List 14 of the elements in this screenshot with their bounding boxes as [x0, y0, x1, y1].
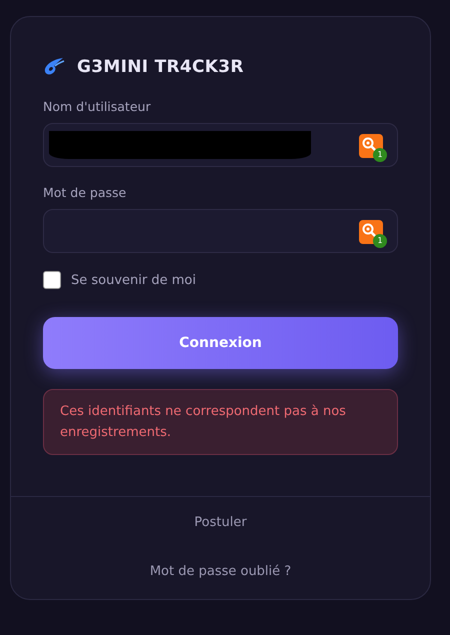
field-label: Nom d'utilisateur [43, 99, 152, 114]
checkbox-label: Se souvenir de moi [71, 272, 196, 288]
login-button[interactable]: Connexion [43, 317, 398, 369]
count-badge: 1 [373, 148, 387, 162]
app-title: G3MINI TR4CK3R [77, 57, 244, 77]
footer-link[interactable]: Mot de passe oublié ? [150, 564, 292, 579]
logo-icon [43, 57, 65, 77]
input-field[interactable]: 1 [43, 123, 398, 167]
footer-link[interactable]: Postuler [194, 515, 247, 530]
error-message: Ces identifiants ne correspondent pas à nos enregistrements. [60, 404, 346, 440]
input-field[interactable]: 1 [43, 209, 398, 253]
field-label: Mot de passe [43, 185, 128, 200]
count-badge: 1 [373, 234, 387, 248]
checkbox[interactable] [43, 271, 61, 289]
